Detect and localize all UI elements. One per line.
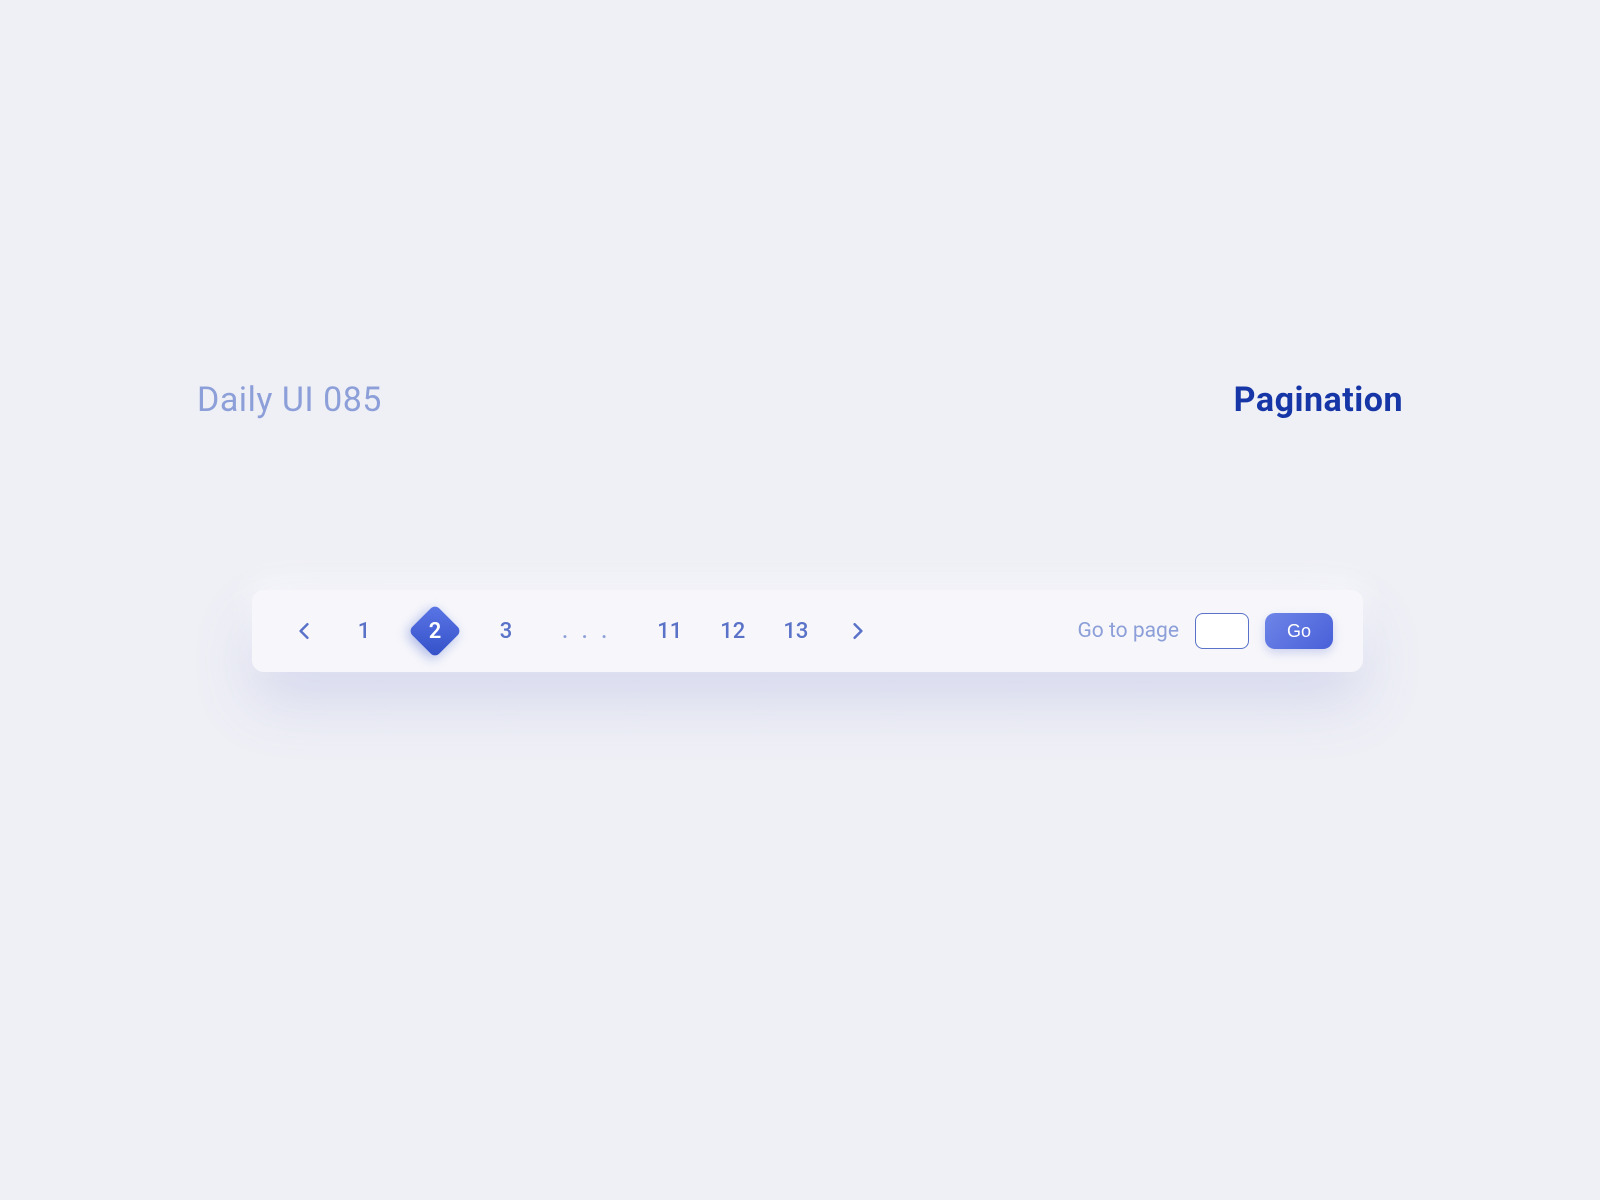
header-left-title: Daily UI 085 [197,380,382,420]
pagination-ellipsis: . . . [554,619,619,644]
goto-page-input[interactable] [1195,613,1249,649]
chevron-left-icon [298,622,310,640]
header-right-title: Pagination [1234,380,1403,420]
page-button-2-active[interactable]: 2 [412,608,458,654]
go-button[interactable]: Go [1265,613,1333,649]
page-button-3[interactable]: 3 [496,619,516,644]
active-page-label: 2 [429,619,442,644]
page-button-12[interactable]: 12 [720,619,745,644]
pages-section: 1 2 3 . . . 11 12 13 [292,608,870,654]
page-button-11[interactable]: 11 [657,619,682,644]
page-button-1[interactable]: 1 [354,619,374,644]
header-row: Daily UI 085 Pagination [197,380,1403,420]
page-button-13[interactable]: 13 [783,619,808,644]
goto-page-label: Go to page [1078,619,1179,643]
pagination-bar: 1 2 3 . . . 11 12 13 [252,590,1363,672]
goto-section: Go to page Go [1078,613,1334,649]
next-page-button[interactable] [846,619,870,643]
chevron-right-icon [852,622,864,640]
prev-page-button[interactable] [292,619,316,643]
